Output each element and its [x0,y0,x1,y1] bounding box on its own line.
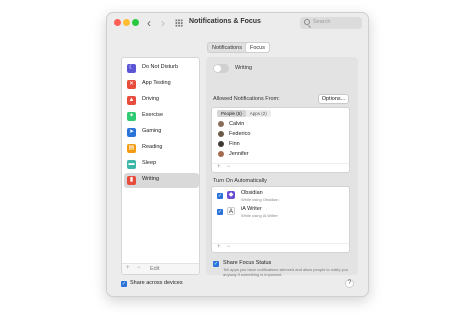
focus-detail-panel: Writing Allowed Notifications From: Opti… [206,57,358,277]
allowed-list-footer: + − [212,163,349,172]
close-window-button[interactable] [114,19,121,26]
avatar [218,121,224,127]
person-name: Calvin [229,121,245,127]
person-name: Jennifer [229,151,249,157]
app-subtitle: While using iA Writer [241,213,278,218]
share-focus-checkbox[interactable]: ✓ [213,261,219,267]
remove-person-button[interactable]: − [227,164,231,170]
app-subtitle: While using Obsidian [241,197,279,202]
allowed-tab-bar: People (5) Apps (2) [217,110,271,117]
sidebar-item-label: Reading [142,144,163,150]
person-name: Finn [229,141,240,147]
search-placeholder: Search [313,19,331,25]
preferences-window: ‹ › Notifications & Focus Search Notific… [106,12,369,297]
focus-toggle[interactable] [213,64,229,73]
remove-automation-button[interactable]: − [227,244,231,250]
sidebar-item-label: Exercise [142,112,164,118]
search-input[interactable]: Search [300,17,362,29]
title-bar: ‹ › Notifications & Focus Search [107,13,368,35]
sidebar-item-gaming[interactable]: ➤ Gaming [124,125,199,140]
share-focus-title: Share Focus Status [223,260,272,266]
share-devices-checkbox[interactable]: ✓ [121,281,127,287]
sidebar-item-do-not-disturb[interactable]: ☾ Do Not Disturb [124,61,199,76]
document-icon: ▮ [127,176,136,185]
focus-list: ☾ Do Not Disturb ✕ App Testing ▲ Driving… [121,57,200,275]
avatar [218,131,224,137]
tab-apps[interactable]: Apps (2) [246,110,271,117]
automation-list-footer: + − [212,243,349,252]
running-icon: ✦ [127,112,136,121]
allowed-list: People (5) Apps (2) Calvin Federico Finn… [211,107,350,173]
avatar [218,151,224,157]
window-title: Notifications & Focus [189,18,261,25]
back-chevron-icon[interactable]: ‹ [147,16,151,30]
rocket-icon: ➤ [127,128,136,137]
add-person-button[interactable]: + [217,164,221,170]
person-name: Federico [229,131,251,137]
add-focus-button[interactable]: + [126,265,130,271]
sidebar-item-reading[interactable]: ▤ Reading [124,141,199,156]
obsidian-icon: ◆ [227,191,235,199]
app-name: Obsidian [241,190,263,196]
sidebar-item-label: Sleep [142,160,157,166]
sidebar-item-label: Writing [142,176,160,182]
sidebar-item-app-testing[interactable]: ✕ App Testing [124,77,199,92]
zoom-window-button[interactable] [132,19,139,26]
remove-focus-button[interactable]: − [137,265,141,271]
sidebar-item-label: Driving [142,96,160,102]
sidebar-item-sleep[interactable]: ▬ Sleep [124,157,199,172]
grid-x-icon: ✕ [127,80,136,89]
sidebar-footer: + − Edit [122,263,199,274]
book-icon: ▤ [127,144,136,153]
add-automation-button[interactable]: + [217,244,221,250]
edit-button[interactable]: Edit [150,266,159,272]
ia-writer-icon: A [227,207,235,215]
checkbox-icon[interactable]: ✓ [217,193,223,199]
tab-notifications[interactable]: Notifications [208,43,246,52]
auto-section-title: Turn On Automatically [213,178,267,184]
tab-bar: Notifications Focus [207,42,270,53]
search-icon [304,19,310,25]
sidebar-item-driving[interactable]: ▲ Driving [124,93,199,108]
avatar [218,141,224,147]
sidebar-item-label: Do Not Disturb [142,64,179,70]
focus-name-label: Writing [235,65,253,71]
bed-icon: ▬ [127,160,136,169]
moon-icon: ☾ [127,64,136,73]
forward-chevron-icon[interactable]: › [161,16,165,30]
sidebar-item-writing[interactable]: ▮ Writing [124,173,199,188]
tab-focus[interactable]: Focus [245,43,269,52]
app-name: iA Writer [241,206,262,212]
automation-list: ✓ ◆ Obsidian While using Obsidian ✓ A iA… [211,186,350,253]
options-button[interactable]: Options... [318,94,349,104]
sidebar-item-label: Gaming [142,128,162,134]
share-focus-description: Tell apps you have notifications silence… [223,267,348,277]
help-button[interactable]: ? [345,279,354,288]
minimize-window-button[interactable] [123,19,130,26]
checkbox-icon[interactable]: ✓ [217,209,223,215]
car-icon: ▲ [127,96,136,105]
share-devices-label: Share across devices [130,280,183,286]
sidebar-item-label: App Testing [142,80,171,86]
sidebar-item-exercise[interactable]: ✦ Exercise [124,109,199,124]
allowed-section-title: Allowed Notifications From: [213,96,280,102]
tab-people[interactable]: People (5) [217,110,246,117]
show-all-grid-icon[interactable] [175,19,183,27]
